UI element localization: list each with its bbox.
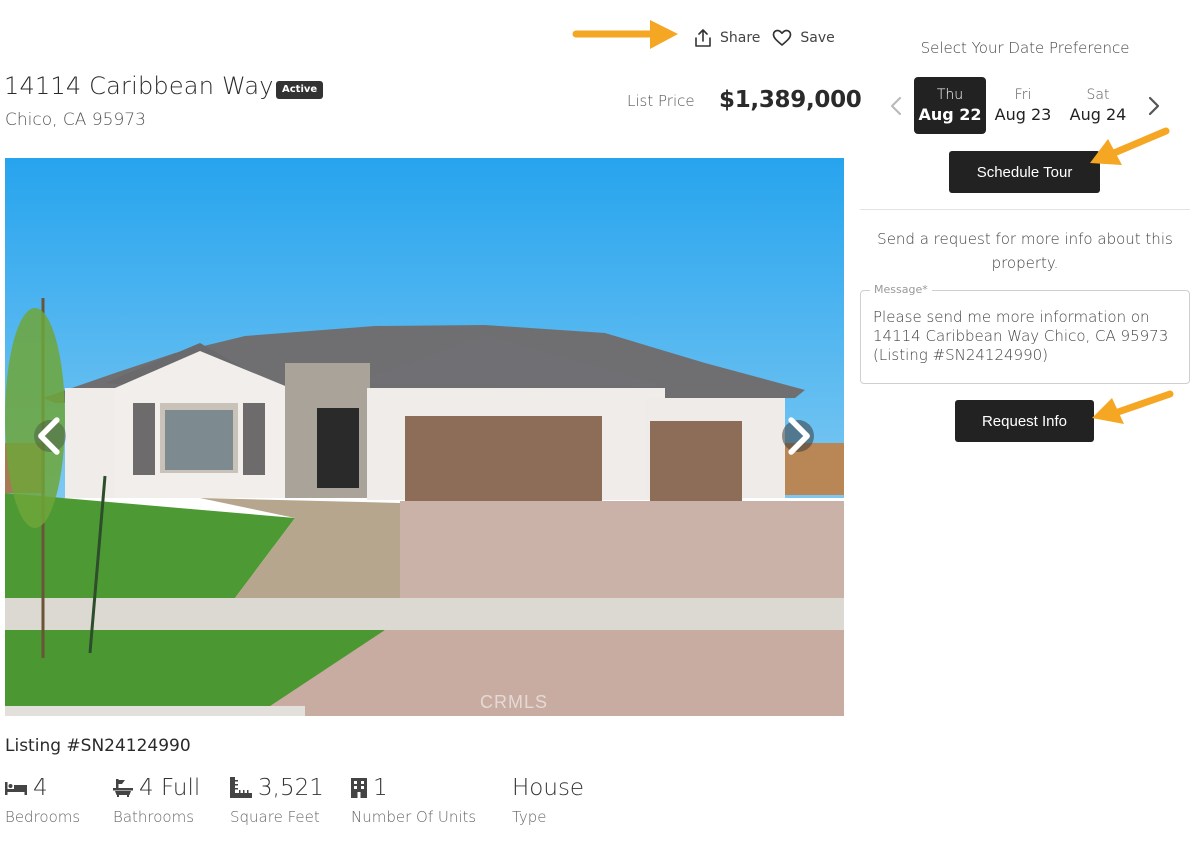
fact-type: House Type — [512, 774, 632, 826]
photo-next-button[interactable] — [782, 417, 814, 455]
share-label: Share — [720, 30, 761, 46]
message-input[interactable]: Please send me more information on 14114… — [873, 308, 1185, 378]
date-option[interactable]: Fri Aug 23 — [987, 77, 1059, 134]
date-day: Aug 22 — [918, 105, 982, 124]
heart-outline-icon — [772, 29, 792, 47]
fact-square-feet: 3,521 Square Feet — [230, 774, 351, 826]
save-label: Save — [800, 30, 835, 46]
price-label: List Price — [627, 92, 695, 110]
date-preference-heading: Select Your Date Preference — [920, 39, 1130, 57]
date-option-selected[interactable]: Thu Aug 22 — [914, 77, 986, 134]
fact-label: Bathrooms — [113, 808, 195, 826]
date-next-button[interactable] — [1146, 95, 1162, 121]
schedule-tour-button[interactable]: Schedule Tour — [949, 151, 1100, 193]
date-weekday: Fri — [1014, 87, 1032, 103]
fact-value: 3,521 — [258, 775, 324, 801]
date-prev-button[interactable] — [888, 95, 904, 121]
fact-label: Square Feet — [230, 808, 320, 826]
photo-watermark: CRMLS — [480, 692, 549, 712]
fact-value: 1 — [373, 775, 388, 801]
ruler-square-icon — [230, 777, 252, 798]
building-icon — [351, 778, 367, 798]
list-price: $1,389,000 — [719, 87, 862, 113]
request-info-button[interactable]: Request Info — [955, 400, 1094, 442]
share-upload-icon — [694, 28, 712, 48]
message-label: Message* — [870, 283, 932, 296]
date-weekday: Thu — [936, 87, 964, 103]
fact-units: 1 Number Of Units — [351, 774, 512, 826]
save-button[interactable]: Save — [772, 29, 835, 47]
chevron-left-icon — [38, 417, 60, 455]
chevron-right-icon — [1148, 96, 1160, 116]
property-city: Chico, CA 95973 — [5, 110, 146, 130]
date-day: Aug 24 — [1069, 105, 1127, 124]
fact-bedrooms: 4 Bedrooms — [5, 774, 113, 826]
property-facts: 4 Bedrooms 4 Full Bathrooms 3,521 Square… — [5, 774, 632, 826]
photo-prev-button[interactable] — [34, 417, 66, 455]
date-option[interactable]: Sat Aug 24 — [1062, 77, 1134, 134]
fact-label: Type — [512, 808, 547, 826]
status-badge: Active — [276, 81, 324, 99]
fact-label: Bedrooms — [5, 808, 81, 826]
chevron-right-icon — [788, 417, 810, 455]
annotation-arrow-request — [1092, 390, 1174, 424]
chevron-left-icon — [890, 96, 902, 116]
fact-label: Number Of Units — [351, 808, 477, 826]
date-weekday: Sat — [1086, 87, 1110, 103]
annotation-arrow-share — [572, 20, 678, 49]
listing-number: Listing #SN24124990 — [5, 736, 191, 756]
date-day: Aug 23 — [994, 105, 1052, 124]
share-button[interactable]: Share — [694, 28, 760, 48]
fact-bathrooms: 4 Full Bathrooms — [113, 774, 230, 826]
panel-divider — [860, 209, 1190, 210]
listing-actions: Share Save — [694, 28, 835, 48]
property-photo — [5, 158, 844, 716]
bathtub-icon — [113, 779, 133, 797]
bed-icon — [5, 782, 27, 795]
photo-carousel[interactable]: CRMLS — [5, 158, 844, 716]
fact-value: 4 — [33, 775, 48, 801]
property-address: 14114 Caribbean Way — [4, 72, 274, 100]
fact-value: 4 Full — [139, 775, 201, 801]
info-request-prompt: Send a request for more info about this … — [877, 230, 1173, 272]
fact-value: House — [512, 775, 585, 801]
